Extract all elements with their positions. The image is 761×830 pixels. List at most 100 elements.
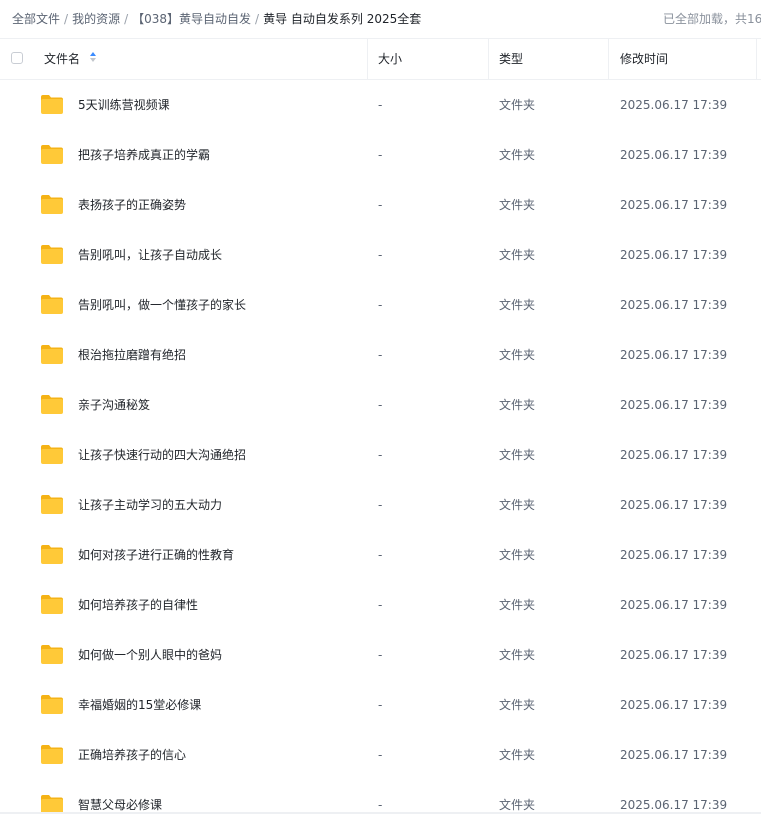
file-type: 文件夹 — [499, 98, 536, 112]
file-name[interactable]: 告别吼叫，让孩子自动成长 — [78, 230, 222, 280]
column-header-modified[interactable]: 修改时间 — [620, 39, 668, 79]
file-modified-time: 2025.06.17 17:39 — [620, 448, 728, 462]
file-size: - — [378, 548, 383, 562]
file-size: - — [378, 698, 383, 712]
file-type: 文件夹 — [499, 398, 536, 412]
table-row[interactable]: 幸福婚姻的15堂必修课 - 文件夹 2025.06.17 17:39 — [0, 680, 761, 730]
file-modified-time: 2025.06.17 17:39 — [620, 748, 728, 762]
file-modified-time: 2025.06.17 17:39 — [620, 298, 728, 312]
table-row[interactable]: 让孩子快速行动的四大沟通绝招 - 文件夹 2025.06.17 17:39 — [0, 430, 761, 480]
file-type: 文件夹 — [499, 748, 536, 762]
top-bar: 全部文件 / 我的资源 / 【038】黄导自动自发 / 黄导 自动自发系列 2025全套 已… — [0, 0, 761, 38]
file-modified-time: 2025.06.17 17:39 — [620, 98, 728, 112]
file-type: 文件夹 — [499, 598, 536, 612]
file-name[interactable]: 把孩子培养成真正的学霸 — [78, 130, 210, 180]
file-type: 文件夹 — [499, 198, 536, 212]
file-type: 文件夹 — [499, 298, 536, 312]
folder-icon — [40, 294, 64, 315]
file-modified-time: 2025.06.17 17:39 — [620, 648, 728, 662]
file-type: 文件夹 — [499, 448, 536, 462]
folder-icon — [40, 544, 64, 565]
column-header-type[interactable]: 类型 — [499, 39, 523, 79]
file-size: - — [378, 748, 383, 762]
folder-icon — [40, 494, 64, 515]
folder-icon — [40, 644, 64, 665]
breadcrumb-item-parent-folder[interactable]: 【038】黄导自动自发 — [132, 12, 251, 26]
file-type: 文件夹 — [499, 548, 536, 562]
file-type: 文件夹 — [499, 648, 536, 662]
file-modified-time: 2025.06.17 17:39 — [620, 148, 728, 162]
column-divider[interactable] — [367, 39, 368, 79]
table-row[interactable]: 如何做一个别人眼中的爸妈 - 文件夹 2025.06.17 17:39 — [0, 630, 761, 680]
file-modified-time: 2025.06.17 17:39 — [620, 348, 728, 362]
file-size: - — [378, 148, 383, 162]
column-header-name-label: 文件名 — [44, 52, 81, 66]
table-row[interactable]: 智慧父母必修课 - 文件夹 2025.06.17 17:39 — [0, 780, 761, 830]
file-name[interactable]: 如何做一个别人眼中的爸妈 — [78, 630, 222, 680]
file-size: - — [378, 348, 383, 362]
table-row[interactable]: 如何培养孩子的自律性 - 文件夹 2025.06.17 17:39 — [0, 580, 761, 630]
folder-icon — [40, 694, 64, 715]
file-size: - — [378, 398, 383, 412]
table-row[interactable]: 让孩子主动学习的五大动力 - 文件夹 2025.06.17 17:39 — [0, 480, 761, 530]
table-row[interactable]: 告别吼叫，做一个懂孩子的家长 - 文件夹 2025.06.17 17:39 — [0, 280, 761, 330]
folder-icon — [40, 144, 64, 165]
file-type: 文件夹 — [499, 698, 536, 712]
breadcrumb-item-all-files[interactable]: 全部文件 — [12, 12, 60, 26]
file-type: 文件夹 — [499, 798, 536, 812]
file-type: 文件夹 — [499, 348, 536, 362]
table-row[interactable]: 告别吼叫，让孩子自动成长 - 文件夹 2025.06.17 17:39 — [0, 230, 761, 280]
table-row[interactable]: 5天训练营视频课 - 文件夹 2025.06.17 17:39 — [0, 80, 761, 130]
table-row[interactable]: 正确培养孩子的信心 - 文件夹 2025.06.17 17:39 — [0, 730, 761, 780]
column-header-name[interactable]: 文件名 — [44, 39, 98, 79]
folder-icon — [40, 444, 64, 465]
file-name[interactable]: 亲子沟通秘笈 — [78, 380, 150, 430]
breadcrumb-separator: / — [255, 12, 260, 26]
file-name[interactable]: 如何对孩子进行正确的性教育 — [78, 530, 234, 580]
file-size: - — [378, 498, 383, 512]
folder-icon — [40, 744, 64, 765]
table-row[interactable]: 如何对孩子进行正确的性教育 - 文件夹 2025.06.17 17:39 — [0, 530, 761, 580]
folder-icon — [40, 94, 64, 115]
select-all-checkbox[interactable] — [11, 52, 23, 64]
file-name[interactable]: 根治拖拉磨蹭有绝招 — [78, 330, 186, 380]
file-name[interactable]: 让孩子主动学习的五大动力 — [78, 480, 222, 530]
file-type: 文件夹 — [499, 498, 536, 512]
column-header-size[interactable]: 大小 — [378, 39, 402, 79]
file-name[interactable]: 5天训练营视频课 — [78, 80, 170, 130]
column-divider[interactable] — [756, 39, 757, 79]
file-size: - — [378, 648, 383, 662]
loaded-count-text: 已全部加载，共16个 — [663, 12, 761, 26]
file-modified-time: 2025.06.17 17:39 — [620, 198, 728, 212]
file-name[interactable]: 智慧父母必修课 — [78, 780, 162, 830]
file-name[interactable]: 如何培养孩子的自律性 — [78, 580, 198, 630]
file-name[interactable]: 表扬孩子的正确姿势 — [78, 180, 186, 230]
folder-icon — [40, 194, 64, 215]
file-type: 文件夹 — [499, 248, 536, 262]
file-modified-time: 2025.06.17 17:39 — [620, 548, 728, 562]
table-row[interactable]: 把孩子培养成真正的学霸 - 文件夹 2025.06.17 17:39 — [0, 130, 761, 180]
table-row[interactable]: 表扬孩子的正确姿势 - 文件夹 2025.06.17 17:39 — [0, 180, 761, 230]
file-type: 文件夹 — [499, 148, 536, 162]
table-row[interactable]: 根治拖拉磨蹭有绝招 - 文件夹 2025.06.17 17:39 — [0, 330, 761, 380]
file-name[interactable]: 幸福婚姻的15堂必修课 — [78, 680, 201, 730]
file-name[interactable]: 告别吼叫，做一个懂孩子的家长 — [78, 280, 246, 330]
folder-icon — [40, 394, 64, 415]
column-divider[interactable] — [488, 39, 489, 79]
file-size: - — [378, 798, 383, 812]
table-row[interactable]: 亲子沟通秘笈 - 文件夹 2025.06.17 17:39 — [0, 380, 761, 430]
breadcrumb-item-current-folder: 黄导 自动自发系列 2025全套 — [263, 12, 422, 26]
file-modified-time: 2025.06.17 17:39 — [620, 598, 728, 612]
breadcrumb-item-my-resources[interactable]: 我的资源 — [72, 12, 120, 26]
file-modified-time: 2025.06.17 17:39 — [620, 798, 728, 812]
file-modified-time: 2025.06.17 17:39 — [620, 248, 728, 262]
column-divider[interactable] — [608, 39, 609, 79]
folder-icon — [40, 244, 64, 265]
file-modified-time: 2025.06.17 17:39 — [620, 698, 728, 712]
file-size: - — [378, 248, 383, 262]
file-size: - — [378, 448, 383, 462]
file-name[interactable]: 让孩子快速行动的四大沟通绝招 — [78, 430, 246, 480]
file-size: - — [378, 198, 383, 212]
file-name[interactable]: 正确培养孩子的信心 — [78, 730, 186, 780]
sort-ascending-icon[interactable] — [89, 51, 98, 64]
